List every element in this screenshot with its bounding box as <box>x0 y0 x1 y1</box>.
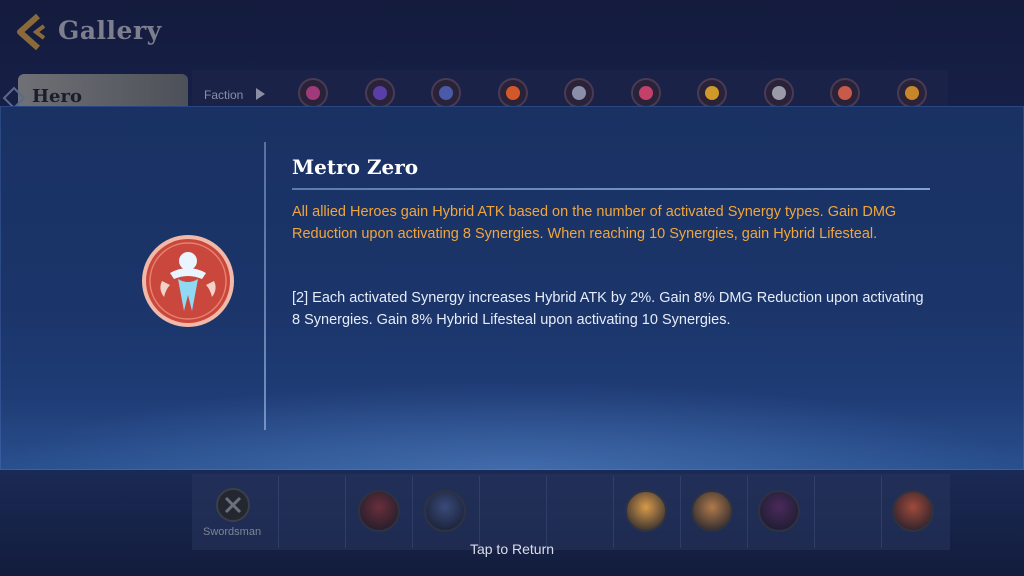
synergy-name: Metro Zero <box>292 155 419 179</box>
faction-icon-5-glyph <box>572 86 586 100</box>
hero-portrait-3[interactable] <box>625 490 667 532</box>
faction-icon-8[interactable] <box>763 78 794 108</box>
faction-icon-4-glyph <box>505 86 520 100</box>
play-arrow-icon[interactable] <box>256 88 265 100</box>
faction-icon-6[interactable] <box>630 78 661 108</box>
hero-portrait-5[interactable] <box>758 490 800 532</box>
faction-icon-7-glyph <box>705 86 719 100</box>
hero-roster <box>192 474 950 550</box>
roster-divider <box>479 476 480 548</box>
synergy-description: All allied Heroes gain Hybrid ATK based … <box>292 204 897 242</box>
faction-icon-9-glyph <box>838 86 852 100</box>
roster-divider <box>881 476 882 548</box>
roster-divider <box>546 476 547 548</box>
faction-filter-label[interactable]: Faction <box>204 88 243 102</box>
swords-icon[interactable] <box>216 488 250 522</box>
faction-icon-8-glyph <box>771 86 786 100</box>
faction-icon-6-glyph <box>638 86 653 100</box>
roster-divider <box>613 476 614 548</box>
roster-divider <box>345 476 346 548</box>
faction-icon-2-glyph <box>372 86 387 100</box>
class-label: Swordsman <box>203 526 262 538</box>
tap-to-return-button[interactable]: Tap to Return <box>0 541 1024 557</box>
hero-portrait-2[interactable] <box>424 490 466 532</box>
faction-icon-4[interactable] <box>497 78 528 108</box>
faction-icon-9[interactable] <box>830 78 860 108</box>
roster-divider <box>680 476 681 548</box>
faction-icon-5[interactable] <box>564 78 594 108</box>
page-title: Gallery <box>58 16 162 45</box>
faction-icon-1-glyph <box>306 86 320 100</box>
synergy-tier-effect: [2] Each activated Synergy increases Hyb… <box>292 290 924 328</box>
metro-zero-emblem-icon <box>142 235 234 327</box>
hero-portrait-6[interactable] <box>892 490 934 532</box>
back-arrow-icon[interactable] <box>12 12 52 52</box>
hero-portrait-4[interactable] <box>691 490 733 532</box>
faction-icon-10-glyph <box>904 86 919 100</box>
faction-icon-2[interactable] <box>364 78 395 108</box>
roster-divider <box>412 476 413 548</box>
faction-icon-7[interactable] <box>697 78 727 108</box>
roster-divider <box>747 476 748 548</box>
hero-portrait-1[interactable] <box>358 490 400 532</box>
roster-divider <box>814 476 815 548</box>
vertical-divider <box>264 142 266 430</box>
panel-glow <box>0 380 1024 470</box>
tab-hero-label: Hero <box>32 86 82 107</box>
roster-divider <box>278 476 279 548</box>
faction-icon-3-glyph <box>439 86 453 100</box>
faction-icon-10[interactable] <box>896 78 927 108</box>
title-divider <box>292 188 930 190</box>
faction-icon-3[interactable] <box>431 78 461 108</box>
faction-icon-1[interactable] <box>298 78 328 108</box>
